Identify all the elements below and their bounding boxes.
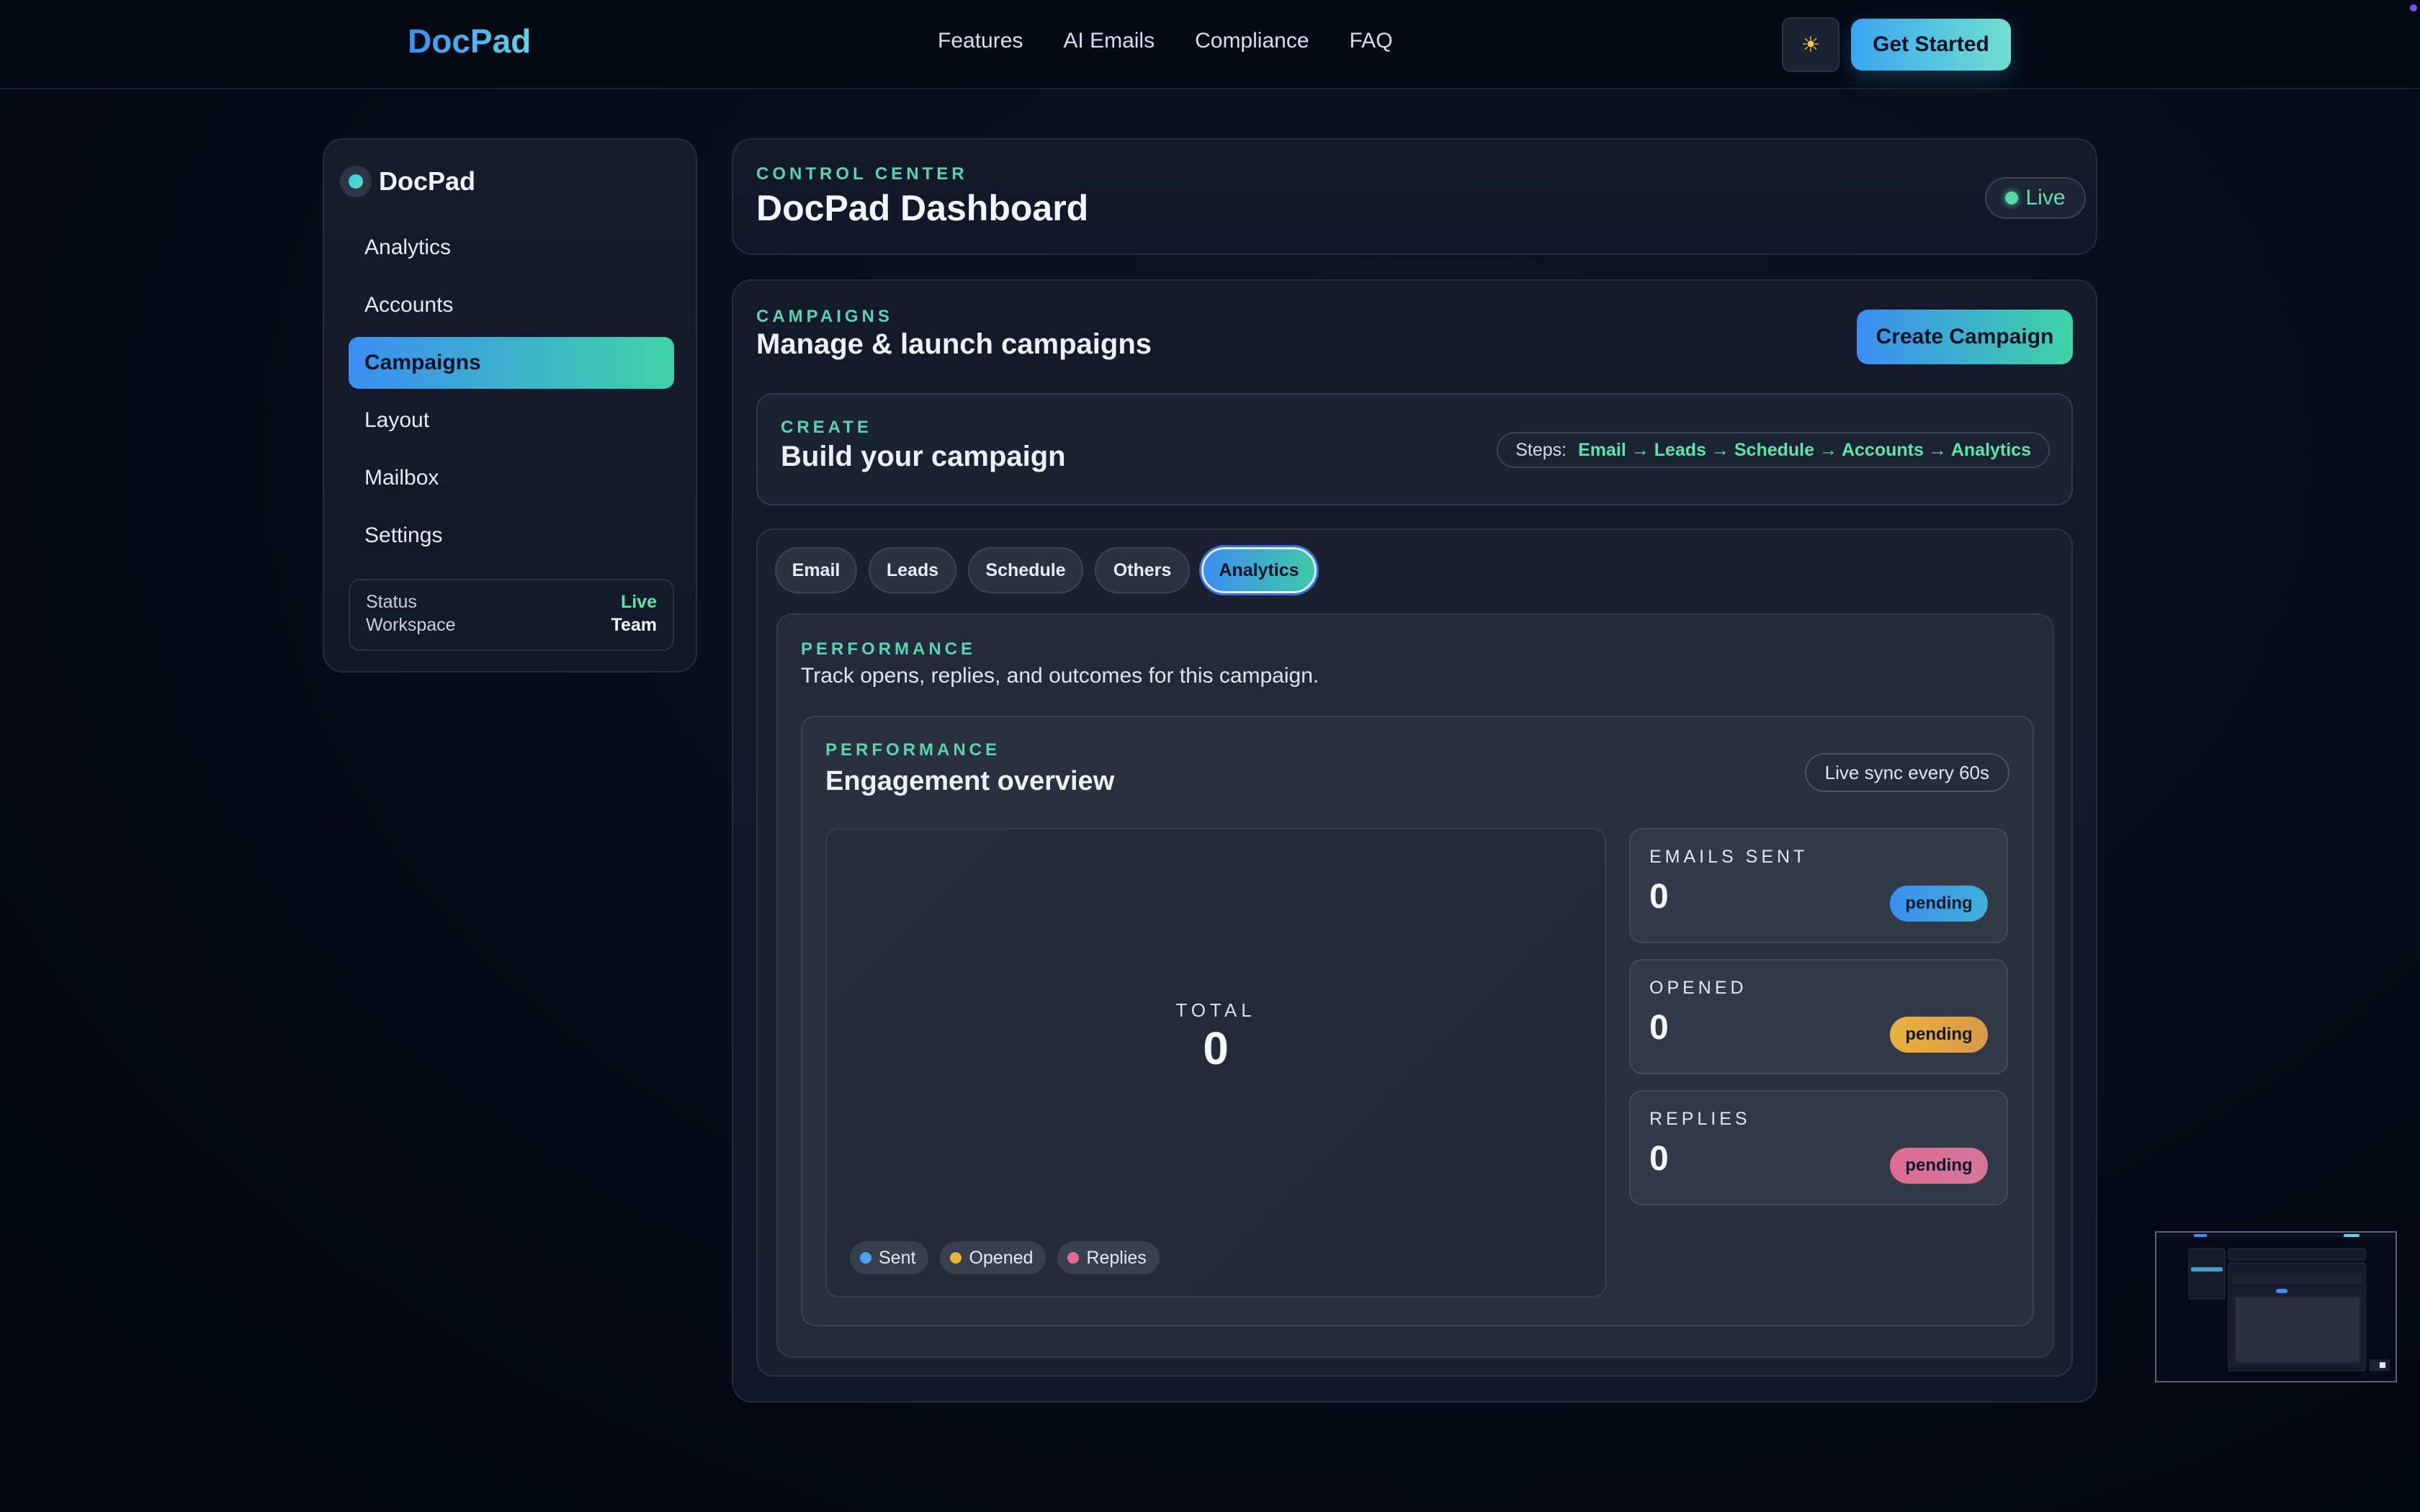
minimap-thumbnail-icon: [2156, 1233, 2396, 1372]
campaigns-eyebrow: CAMPAIGNS: [756, 307, 893, 326]
total-value: 0: [1203, 1022, 1229, 1074]
steps-label: Steps:: [1515, 439, 1567, 460]
tab-email[interactable]: Email: [775, 547, 857, 593]
stat-card-replies: REPLIES 0 pending: [1629, 1090, 2008, 1205]
workspace-label: Workspace: [366, 615, 456, 635]
campaigns-title: Manage & launch campaigns: [756, 328, 1152, 360]
sync-status-badge: Live sync every 60s: [1804, 753, 2009, 792]
stat-value: 0: [1649, 1140, 1669, 1178]
corner-dot: [2410, 4, 2417, 12]
performance-description: Track opens, replies, and outcomes for t…: [801, 664, 1319, 688]
nav-link-compliance[interactable]: Compliance: [1195, 29, 1309, 53]
legend-swatch-replies: [1067, 1252, 1080, 1264]
status-value: Live: [620, 592, 657, 612]
engagement-title: Engagement overview: [825, 766, 1115, 796]
nav-link-features[interactable]: Features: [938, 29, 1023, 53]
build-title: Build your campaign: [781, 441, 1066, 472]
status-badge: pending: [1890, 1017, 1988, 1053]
campaigns-panel: CAMPAIGNS Manage & launch campaigns Crea…: [732, 279, 2097, 1403]
theme-toggle-button[interactable]: ☀: [1782, 17, 1839, 72]
legend-item-sent[interactable]: Sent: [850, 1241, 929, 1274]
tab-analytics[interactable]: Analytics: [1201, 547, 1317, 593]
status-badge: pending: [1890, 886, 1988, 922]
campaign-tabs-panel: Email Leads Schedule Others Analytics PE…: [756, 528, 2073, 1377]
brand-dot-icon: [340, 166, 372, 197]
engagement-eyebrow: PERFORMANCE: [825, 740, 1001, 760]
stat-label: REPLIES: [1649, 1109, 1751, 1129]
performance-section: PERFORMANCE Track opens, replies, and ou…: [776, 613, 2054, 1358]
build-eyebrow: CREATE: [781, 418, 872, 437]
status-badge: pending: [1890, 1148, 1988, 1184]
workspace-value: Team: [611, 615, 657, 635]
tab-schedule[interactable]: Schedule: [968, 547, 1083, 593]
legend-label-opened: Opened: [969, 1247, 1034, 1268]
steps-flow: Email → Leads → Schedule → Accounts → An…: [1578, 439, 2031, 460]
sidebar-item-settings[interactable]: Settings: [349, 510, 674, 562]
steps-indicator: Steps: Email → Leads → Schedule → Accoun…: [1497, 432, 2050, 468]
legend-item-opened[interactable]: Opened: [940, 1241, 1047, 1274]
engagement-chart: TOTAL 0 Sent Opened Replies: [825, 828, 1606, 1297]
sidebar-item-analytics[interactable]: Analytics: [349, 222, 674, 274]
sidebar-brand-text: DocPad: [379, 166, 476, 196]
get-started-button[interactable]: Get Started: [1851, 19, 2011, 71]
legend-swatch-opened: [950, 1252, 962, 1264]
legend-item-replies[interactable]: Replies: [1057, 1241, 1160, 1274]
top-nav: DocPad Features AI Emails Compliance FAQ…: [0, 0, 2420, 89]
sidebar: DocPad Analytics Accounts Campaigns Layo…: [323, 138, 697, 672]
create-campaign-button[interactable]: Create Campaign: [1857, 310, 2073, 364]
brand-logo[interactable]: DocPad: [408, 22, 531, 60]
tab-leads[interactable]: Leads: [869, 547, 956, 593]
status-label: Status: [366, 592, 417, 612]
nav-link-faq[interactable]: FAQ: [1350, 29, 1393, 53]
live-dot-icon: [2005, 192, 2019, 204]
sidebar-item-accounts[interactable]: Accounts: [349, 279, 674, 331]
sidebar-item-campaigns[interactable]: Campaigns: [349, 337, 674, 389]
page-title: DocPad Dashboard: [756, 188, 1089, 228]
stat-label: OPENED: [1649, 978, 1747, 998]
live-status-badge: Live: [1985, 177, 2086, 219]
dashboard-header: CONTROL CENTER DocPad Dashboard Live: [732, 138, 2097, 255]
sidebar-item-layout[interactable]: Layout: [349, 395, 674, 446]
legend-swatch-sent: [860, 1252, 871, 1264]
header-eyebrow: CONTROL CENTER: [756, 164, 968, 184]
workspace-row: Workspace Team: [366, 613, 657, 636]
stat-label: EMAILS SENT: [1649, 847, 1809, 867]
sidebar-item-mailbox[interactable]: Mailbox: [349, 452, 674, 504]
legend-label-sent: Sent: [879, 1247, 916, 1268]
stat-card-emails-sent: EMAILS SENT 0 pending: [1629, 828, 2008, 943]
total-label: TOTAL: [1175, 999, 1256, 1021]
sun-icon: ☀: [1801, 32, 1821, 57]
page-minimap[interactable]: [2155, 1231, 2397, 1382]
performance-eyebrow: PERFORMANCE: [801, 639, 977, 659]
sidebar-brand: DocPad: [340, 166, 475, 197]
chart-legend: Sent Opened Replies: [850, 1241, 1160, 1274]
tab-others[interactable]: Others: [1095, 547, 1190, 593]
stat-value: 0: [1649, 1009, 1669, 1047]
chart-total: TOTAL 0: [827, 999, 1605, 1075]
stat-value: 0: [1649, 878, 1669, 916]
build-campaign-card: CREATE Build your campaign Steps: Email …: [756, 393, 2073, 505]
workspace-status-card: Status Live Workspace Team: [349, 579, 674, 651]
live-label: Live: [2025, 186, 2066, 210]
stat-card-opened: OPENED 0 pending: [1629, 959, 2008, 1074]
legend-label-replies: Replies: [1086, 1247, 1147, 1268]
engagement-overview-card: PERFORMANCE Engagement overview Live syn…: [801, 716, 2034, 1326]
status-row: Status Live: [366, 590, 657, 613]
nav-link-ai-emails[interactable]: AI Emails: [1063, 29, 1155, 53]
nav-links: Features AI Emails Compliance FAQ: [938, 29, 1393, 53]
